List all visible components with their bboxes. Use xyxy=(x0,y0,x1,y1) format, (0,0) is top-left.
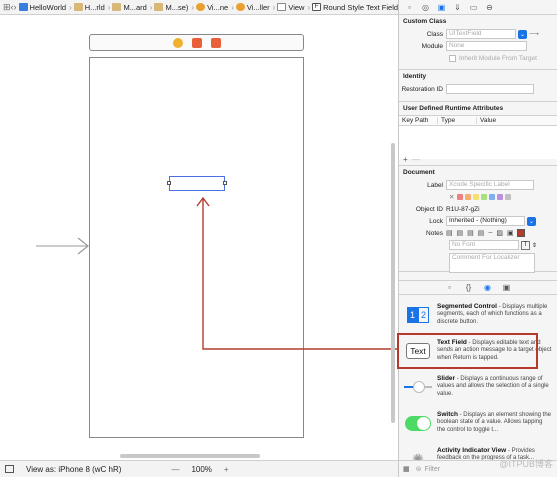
inspector-panel: ▫ ◎ ▣ ⇓ ▭ ⊖ Custom Class Class UITextFie… xyxy=(398,0,557,477)
xcode-label-field[interactable]: Xcode Specific Label xyxy=(446,180,534,190)
notes-format-toolbar[interactable]: ▤ ▤ ▤ ▤ ┄ ▨ ▣ xyxy=(446,229,515,237)
identity-section: Identity Restoration ID xyxy=(399,70,557,102)
inherit-module-checkbox[interactable] xyxy=(449,54,456,62)
highlight-box-text-field xyxy=(397,333,538,369)
label-color-blue[interactable] xyxy=(489,194,496,200)
file-inspector-icon[interactable]: ▫ xyxy=(405,3,414,12)
filter-input[interactable]: Filter xyxy=(425,466,441,473)
font-picker-icon[interactable]: T xyxy=(521,240,530,250)
size-inspector-icon[interactable]: ▭ xyxy=(469,3,478,12)
attributes-inspector-icon[interactable]: ⇓ xyxy=(453,3,462,12)
zoom-out-button[interactable]: — xyxy=(171,465,179,474)
connections-inspector-icon[interactable]: ⊖ xyxy=(485,3,494,12)
filter-icon: ⊜ xyxy=(415,466,422,473)
runtime-attributes-header: Key Path Type Value xyxy=(399,115,557,126)
class-field[interactable]: UITextField xyxy=(446,29,516,39)
library-item-segmented-control[interactable]: 1 2 Segmented Control - Displays multipl… xyxy=(399,300,557,336)
code-snippet-library-icon[interactable]: {} xyxy=(464,283,473,292)
class-navigate-icon[interactable]: ⟶ xyxy=(529,30,539,38)
media-library-icon[interactable]: ▣ xyxy=(502,283,511,292)
quick-help-icon[interactable]: ◎ xyxy=(421,3,430,12)
localizer-comment-field[interactable]: Comment For Localizer xyxy=(449,253,535,273)
canvas-vertical-scrollbar[interactable] xyxy=(391,143,395,423)
watermark: @ITPUB博客 xyxy=(499,459,553,469)
runtime-attributes-section: User Defined Runtime Attributes Key Path… xyxy=(399,102,557,166)
notes-color-icon[interactable] xyxy=(516,229,525,237)
notes-font-field[interactable]: No Font xyxy=(449,240,519,250)
object-id-value: R1U-87-gZi xyxy=(446,205,480,213)
runtime-attributes-table[interactable] xyxy=(399,126,557,159)
label-color-orange[interactable] xyxy=(465,194,472,200)
library-tabs: ▫ {} ◉ ▣ xyxy=(399,280,557,295)
lock-dropdown-icon[interactable]: ⌄ xyxy=(527,216,536,226)
identity-inspector-icon[interactable]: ▣ xyxy=(437,3,446,12)
slider-icon xyxy=(404,375,432,399)
segmented-control-icon: 1 2 xyxy=(404,303,432,327)
zoom-in-button[interactable]: + xyxy=(224,465,229,474)
switch-icon xyxy=(404,411,432,435)
annotation-arrow-line xyxy=(202,199,397,350)
lock-popup[interactable]: Inherited - (Nothing) xyxy=(446,216,525,226)
library-item-switch[interactable]: Switch - Displays an element showing the… xyxy=(399,408,557,444)
class-dropdown-icon[interactable]: ⌄ xyxy=(518,29,527,39)
custom-class-section: Custom Class Class UITextField ⌄ ⟶ Modul… xyxy=(399,15,557,70)
font-stepper-icon[interactable]: ⇕ xyxy=(532,242,537,249)
label-color-gray[interactable] xyxy=(505,194,512,200)
remove-attribute-button[interactable]: — xyxy=(412,155,420,164)
document-section: Document Label Xcode Specific Label ✕ Ob… xyxy=(399,166,557,273)
canvas-horizontal-scrollbar[interactable] xyxy=(120,454,260,458)
module-field[interactable]: None xyxy=(446,41,527,51)
library-item-slider[interactable]: Slider - Displays a continuous range of … xyxy=(399,372,557,408)
add-attribute-button[interactable]: + xyxy=(403,155,408,164)
view-as-label[interactable]: View as: iPhone 8 (wC hR) xyxy=(26,465,121,474)
canvas-bottom-bar: View as: iPhone 8 (wC hR) — 100% + xyxy=(0,460,398,477)
label-color-red[interactable] xyxy=(457,194,464,200)
custom-class-title: Custom Class xyxy=(403,18,447,25)
list-view-icon[interactable]: ▦ xyxy=(403,465,410,473)
file-template-library-icon[interactable]: ▫ xyxy=(445,283,454,292)
clear-label-icon[interactable]: ✕ xyxy=(449,193,454,201)
zoom-level[interactable]: 100% xyxy=(191,465,211,474)
toggle-outline-icon[interactable] xyxy=(5,465,14,473)
label-color-yellow[interactable] xyxy=(473,194,480,200)
label-color-green[interactable] xyxy=(481,194,488,200)
inspector-tabs: ▫ ◎ ▣ ⇓ ▭ ⊖ xyxy=(399,0,557,15)
object-library-icon[interactable]: ◉ xyxy=(483,283,492,292)
label-color-purple[interactable] xyxy=(497,194,504,200)
restoration-id-field[interactable] xyxy=(446,84,534,94)
